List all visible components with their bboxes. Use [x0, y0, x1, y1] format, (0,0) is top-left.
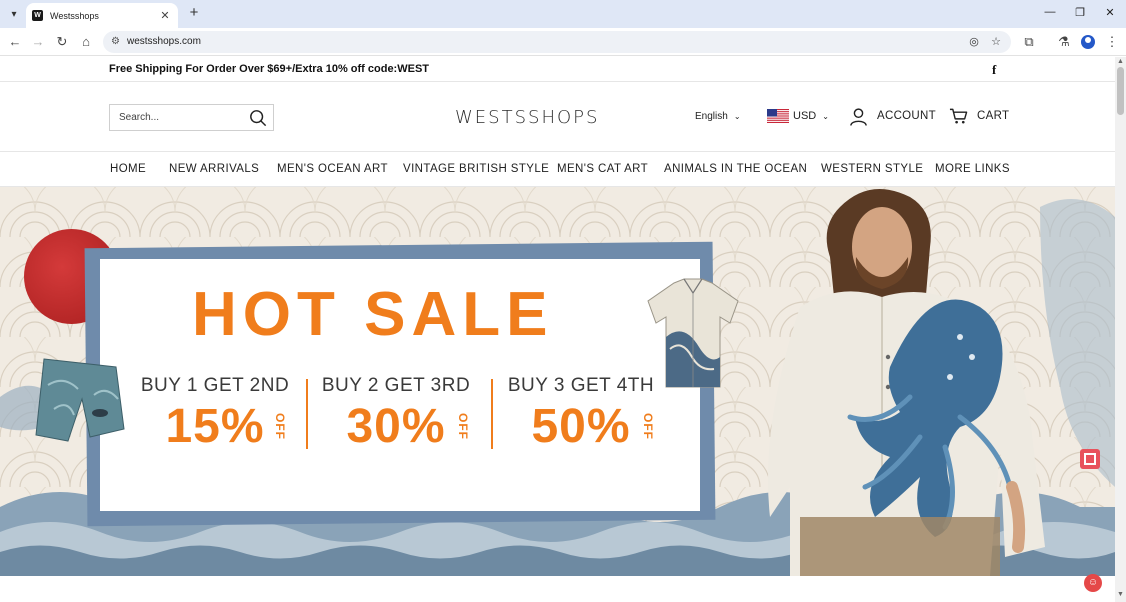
minimize-icon[interactable]: — [1040, 6, 1060, 22]
page-scrollbar[interactable]: ▲ ▼ [1115, 57, 1126, 602]
scroll-thumb[interactable] [1117, 67, 1124, 115]
back-icon[interactable]: ← [7, 34, 23, 50]
site-logo[interactable]: WESTSSHOPS [455, 107, 599, 128]
deal-percent-value: 50% [531, 400, 631, 453]
favicon-icon: W [32, 10, 43, 21]
kebab-menu-icon[interactable]: ⋮ [1104, 34, 1120, 50]
chat-widget-icon[interactable]: ☺ [1084, 574, 1102, 592]
nav-item-mens-ocean-art[interactable]: MEN'S OCEAN ART [277, 163, 388, 175]
shirt-product-image [647, 278, 739, 388]
search-icon[interactable] [249, 109, 267, 127]
nav-item-animals-in-the-ocean[interactable]: ANIMALS IN THE OCEAN [664, 163, 807, 175]
off-label: OFF [641, 413, 655, 440]
window-close-icon[interactable]: ✕ [1100, 6, 1120, 22]
model-photo [768, 189, 1045, 576]
site-info-icon[interactable]: ⚙ [111, 36, 123, 48]
cart-icon[interactable] [949, 107, 968, 125]
browser-toolbar: ← → ↻ ⌂ ⚙ westsshops.com ◎ ☆ ⧉ ⚗ ⋮ [0, 28, 1126, 56]
deal-2: BUY 2 GET 3RD 30% OFF [306, 375, 486, 454]
off-label: OFF [273, 413, 287, 440]
deal-percent: 50% OFF [491, 399, 671, 454]
close-icon[interactable]: ✕ [158, 9, 172, 22]
gift-box-glyph [1084, 453, 1096, 465]
facebook-icon[interactable]: f [992, 62, 996, 78]
profile-icon[interactable] [1081, 35, 1095, 49]
restore-icon[interactable]: ❐ [1070, 6, 1090, 22]
us-flag-icon [767, 109, 789, 123]
account-link[interactable]: ACCOUNT [877, 110, 936, 122]
site-header: WESTSSHOPS English ⌄ USD ⌄ ACCOUNT [0, 82, 1115, 152]
cart-link[interactable]: CART [977, 110, 1009, 122]
deal-title: BUY 1 GET 2ND [140, 375, 290, 396]
eye-off-icon[interactable]: ◎ [967, 35, 981, 49]
main-nav: HOME NEW ARRIVALS MEN'S OCEAN ART VINTAG… [0, 152, 1115, 187]
tab-title: Westsshops [50, 10, 99, 21]
scroll-down-icon[interactable]: ▼ [1116, 591, 1125, 598]
extensions-icon[interactable]: ⧉ [1021, 34, 1037, 50]
browser-tab[interactable]: W Westsshops ✕ [26, 3, 178, 28]
star-icon[interactable]: ☆ [989, 35, 1003, 49]
lab-icon[interactable]: ⚗ [1056, 34, 1072, 50]
nav-item-mens-cat-art[interactable]: MEN'S CAT ART [557, 163, 648, 175]
home-icon[interactable]: ⌂ [78, 34, 94, 50]
announcement-bar: Free Shipping For Order Over $69+/Extra … [0, 57, 1115, 82]
search-box[interactable] [109, 104, 274, 131]
search-input[interactable] [110, 105, 240, 130]
deal-percent: 30% OFF [306, 399, 486, 454]
nav-item-western-style[interactable]: WESTERN STYLE [821, 163, 923, 175]
nav-item-vintage-british-style[interactable]: VINTAGE BRITISH STYLE [403, 163, 549, 175]
deal-title: BUY 2 GET 3RD [321, 375, 471, 396]
chevron-down-icon: ⌄ [822, 112, 829, 121]
deal-percent-value: 30% [346, 400, 446, 453]
web-page: Free Shipping For Order Over $69+/Extra … [0, 57, 1115, 602]
off-label: OFF [456, 413, 470, 440]
gift-widget-icon[interactable] [1080, 449, 1100, 469]
deal-percent-value: 15% [165, 400, 265, 453]
currency-label: USD [793, 110, 817, 122]
language-label: English [695, 111, 728, 122]
deal-percent: 15% OFF [125, 399, 305, 454]
tab-list-icon[interactable]: ▾ [5, 5, 23, 23]
nav-item-home[interactable]: HOME [110, 163, 146, 175]
address-bar[interactable]: ⚙ westsshops.com ◎ ☆ [103, 31, 1011, 53]
new-tab-icon[interactable]: + [186, 5, 202, 21]
url-text[interactable]: westsshops.com [127, 36, 201, 47]
language-selector[interactable]: English ⌄ [695, 111, 741, 122]
hot-sale-headline: HOT SALE [192, 280, 554, 349]
nav-item-new-arrivals[interactable]: NEW ARRIVALS [169, 163, 259, 175]
announcement-text: Free Shipping For Order Over $69+/Extra … [109, 63, 429, 75]
nav-item-more-links[interactable]: MORE LINKS [935, 163, 1010, 175]
reload-icon[interactable]: ↻ [54, 34, 70, 50]
scroll-up-icon[interactable]: ▲ [1116, 58, 1125, 65]
browser-tab-bar: ▾ W Westsshops ✕ + — ❐ ✕ [0, 0, 1126, 28]
deal-1: BUY 1 GET 2ND 15% OFF [125, 375, 305, 454]
forward-icon[interactable]: → [30, 34, 46, 50]
hero-banner[interactable]: HOT SALE BUY 1 GET 2ND 15% OFF BUY 2 GET… [0, 187, 1115, 576]
account-icon[interactable] [849, 107, 868, 127]
currency-selector[interactable]: USD ⌄ [793, 110, 829, 122]
chevron-down-icon: ⌄ [733, 112, 741, 121]
shorts-product-image [35, 358, 125, 442]
